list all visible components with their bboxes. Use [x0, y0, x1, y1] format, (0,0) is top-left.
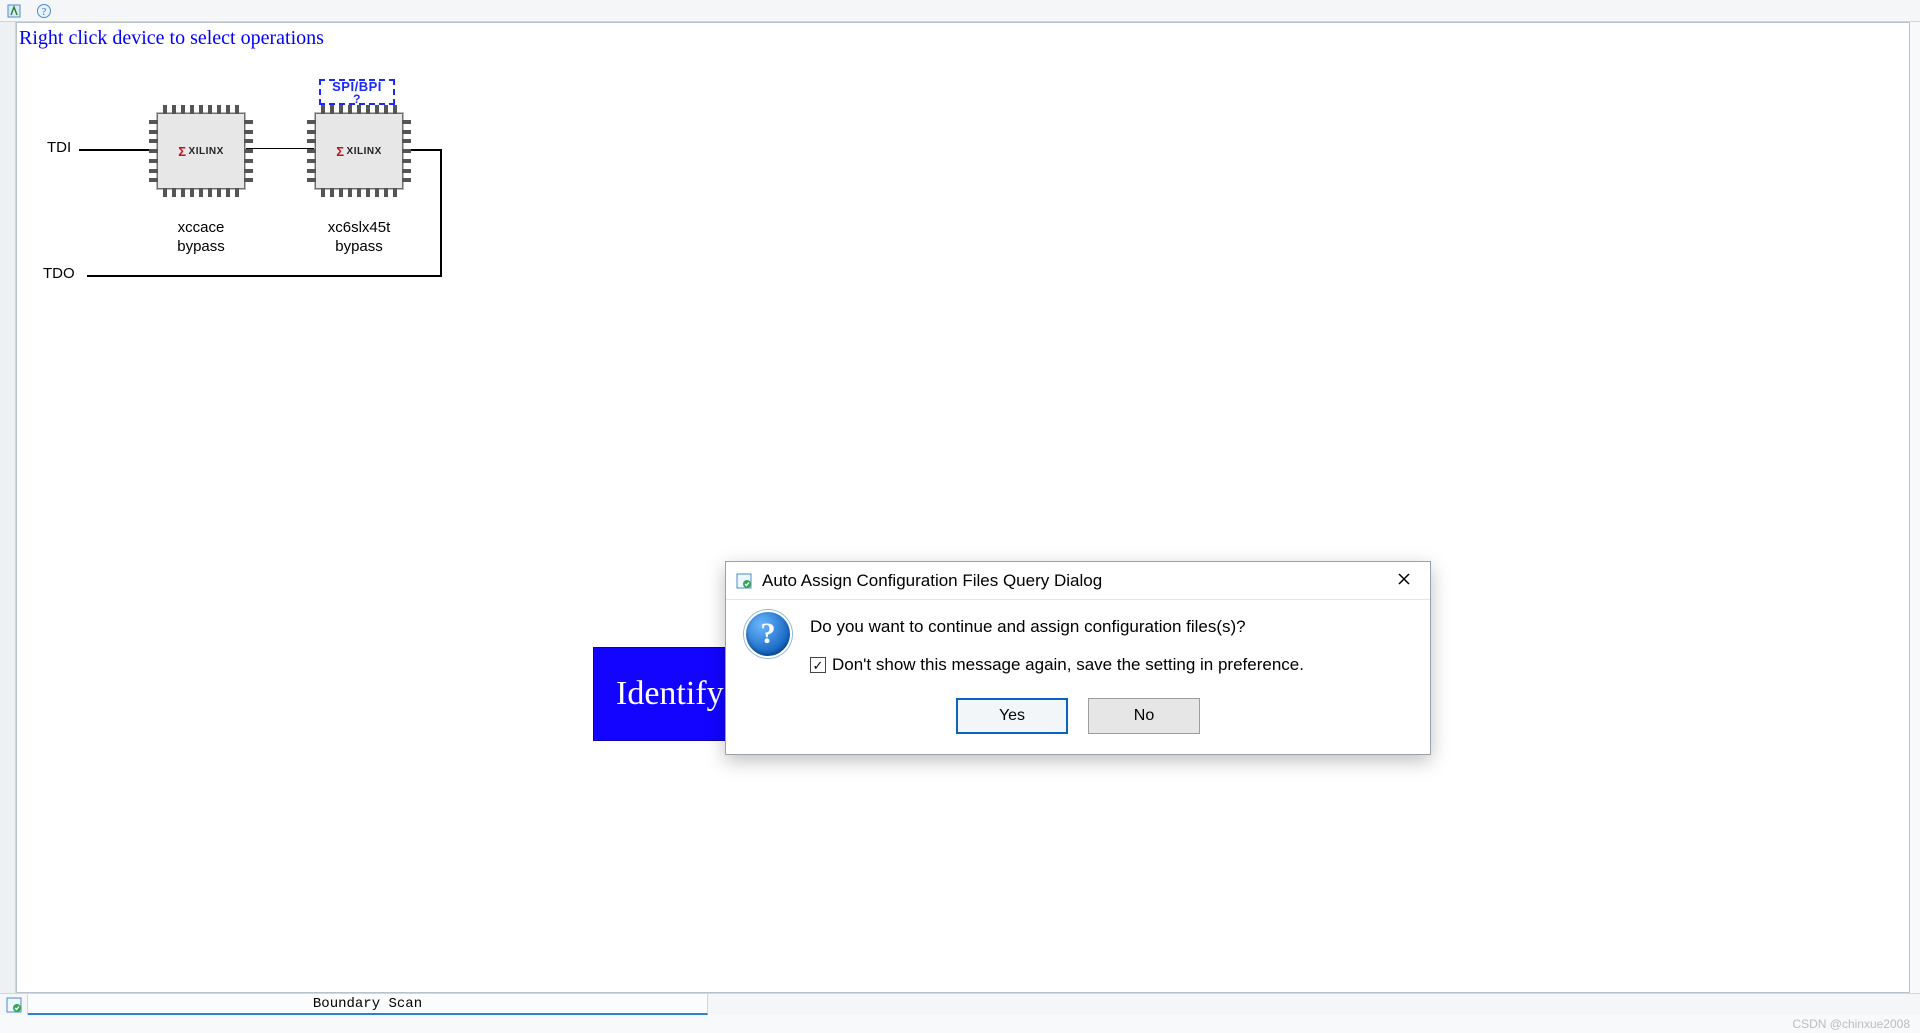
bottom-tabbar: Boundary Scan — [0, 993, 1920, 1015]
tab-boundary-scan[interactable]: Boundary Scan — [28, 994, 708, 1015]
spi-bpi-question: ? — [321, 93, 393, 105]
wire — [245, 148, 315, 149]
side-gutter — [0, 22, 16, 993]
question-icon: ? — [744, 610, 792, 658]
toolbar-help-icon[interactable]: ? — [36, 3, 52, 19]
dont-show-again-checkbox[interactable]: ✓ — [810, 657, 826, 673]
toolbar-strip: ? — [0, 0, 1920, 22]
wire — [79, 149, 157, 151]
tdo-label: TDO — [43, 265, 75, 282]
tab-app-icon[interactable] — [0, 994, 28, 1015]
auto-assign-dialog: Auto Assign Configuration Files Query Di… — [725, 561, 1431, 755]
close-button[interactable] — [1386, 567, 1422, 595]
no-button[interactable]: No — [1088, 698, 1200, 734]
dialog-body: ? Do you want to continue and assign con… — [726, 600, 1430, 684]
dialog-titlebar[interactable]: Auto Assign Configuration Files Query Di… — [726, 562, 1430, 600]
hint-text: Right click device to select operations — [19, 27, 324, 50]
wire — [440, 149, 442, 275]
device-xccace[interactable]: ΣXILINX — [157, 113, 245, 189]
yes-button[interactable]: Yes — [956, 698, 1068, 734]
spi-bpi-slot[interactable]: SPI/BPI ? — [319, 79, 395, 105]
xilinx-logo-icon: ΣXILINX — [336, 144, 382, 159]
jtag-chain: TDI TDO SPI/BPI ? ΣXILINX xccace bypass — [27, 63, 447, 293]
svg-text:?: ? — [42, 7, 47, 18]
dont-show-again-label: Don't show this message again, save the … — [832, 652, 1304, 678]
watermark: CSDN @chinxue2008 — [1792, 1017, 1910, 1031]
dialog-app-icon — [734, 571, 754, 591]
dialog-buttons: Yes No — [726, 684, 1430, 754]
dialog-message: Do you want to continue and assign confi… — [810, 614, 1412, 640]
wire — [87, 275, 442, 277]
device-xc6slx45t[interactable]: ΣXILINX — [315, 113, 403, 189]
dialog-title: Auto Assign Configuration Files Query Di… — [762, 571, 1386, 591]
toolbar-app-icon[interactable] — [6, 3, 22, 19]
device-caption: xc6slx45t bypass — [299, 218, 419, 256]
close-icon — [1398, 572, 1410, 590]
xilinx-logo-icon: ΣXILINX — [178, 144, 224, 159]
device-caption: xccace bypass — [141, 218, 261, 256]
tdi-label: TDI — [47, 139, 71, 156]
check-icon: ✓ — [813, 659, 824, 672]
boundary-scan-canvas[interactable]: Right click device to select operations … — [16, 22, 1910, 993]
